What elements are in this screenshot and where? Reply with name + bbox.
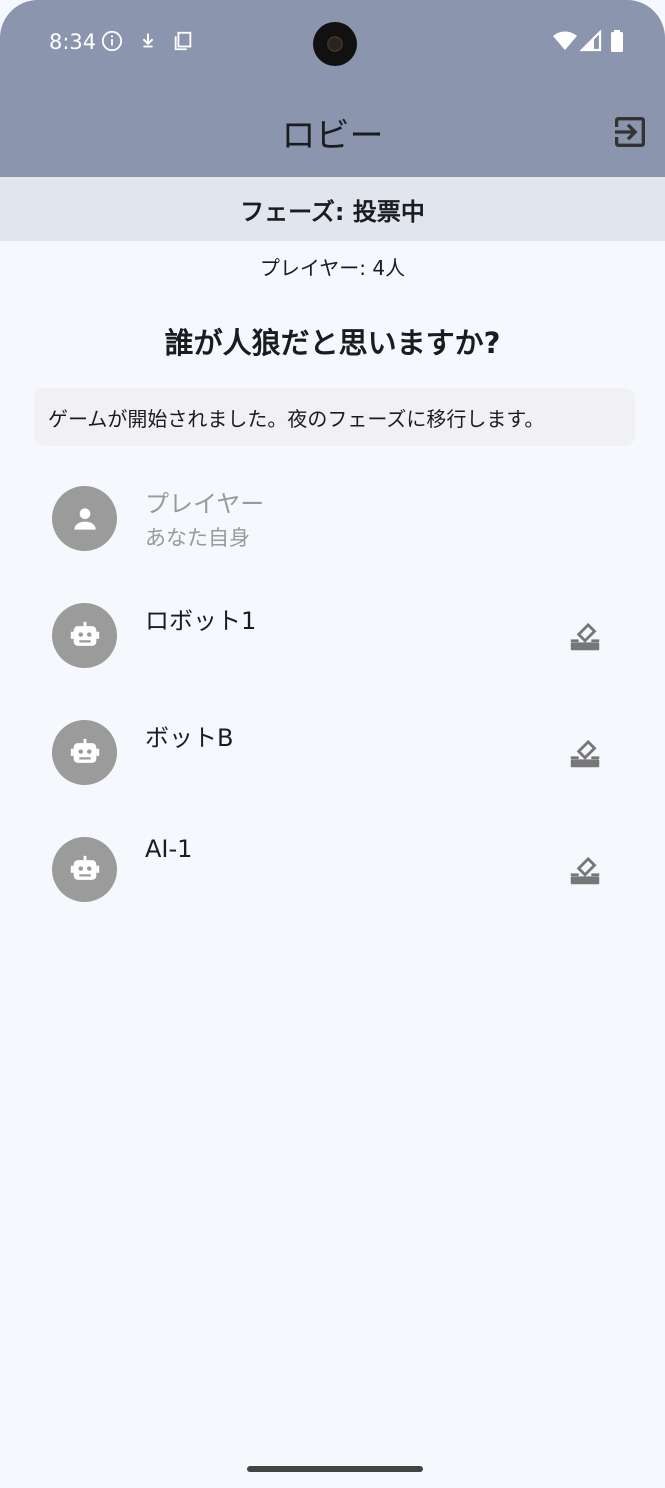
vote-icon: [570, 856, 600, 885]
battery-icon: [609, 30, 625, 56]
robot-icon: [70, 855, 99, 880]
copy-icon: [172, 30, 194, 56]
screen: 8:34 ロビー フェーズ: 投票中 プレイヤー: 4人 誰が人狼だと思いますか…: [0, 0, 665, 1488]
gesture-nav-handle[interactable]: [247, 1466, 423, 1472]
front-camera: [313, 22, 357, 66]
player-row[interactable]: AI-1: [0, 831, 665, 921]
player-row[interactable]: ロボット1: [0, 597, 665, 687]
phase-banner: フェーズ: 投票中: [0, 177, 665, 241]
vote-icon: [570, 739, 600, 768]
player-name: AI-1: [145, 835, 193, 863]
status-bar: 8:34: [0, 0, 665, 88]
avatar: [52, 486, 117, 551]
robot-icon: [70, 738, 99, 763]
player-name: ロボット1: [145, 607, 257, 635]
avatar: [52, 837, 117, 902]
vote-button[interactable]: [566, 851, 604, 889]
robot-icon: [70, 621, 99, 646]
player-name: プレイヤー: [145, 490, 265, 518]
exit-button[interactable]: [610, 112, 650, 152]
person-icon: [73, 507, 96, 530]
app-bar-title: ロビー: [281, 116, 384, 156]
vote-button[interactable]: [566, 734, 604, 772]
players-count: プレイヤー: 4人: [259, 256, 406, 280]
player-name: ボットB: [145, 724, 234, 752]
player-subtitle: あなた自身: [145, 526, 250, 550]
download-icon: [137, 30, 159, 56]
avatar: [52, 603, 117, 668]
wifi-icon: [552, 30, 578, 56]
vote-question: 誰が人狼だと思いますか?: [164, 326, 501, 360]
vote-button[interactable]: [566, 617, 604, 655]
game-message: ゲームが開始されました。夜のフェーズに移行します。: [34, 388, 635, 446]
avatar: [52, 720, 117, 785]
exit-to-app-icon: [615, 117, 645, 147]
info-icon: [101, 30, 123, 56]
player-row[interactable]: ボットB: [0, 714, 665, 804]
player-row-self: プレイヤー あなた自身: [0, 480, 665, 570]
vote-icon: [570, 622, 600, 651]
status-time: 8:34: [49, 30, 97, 54]
signal-icon: [579, 29, 602, 56]
